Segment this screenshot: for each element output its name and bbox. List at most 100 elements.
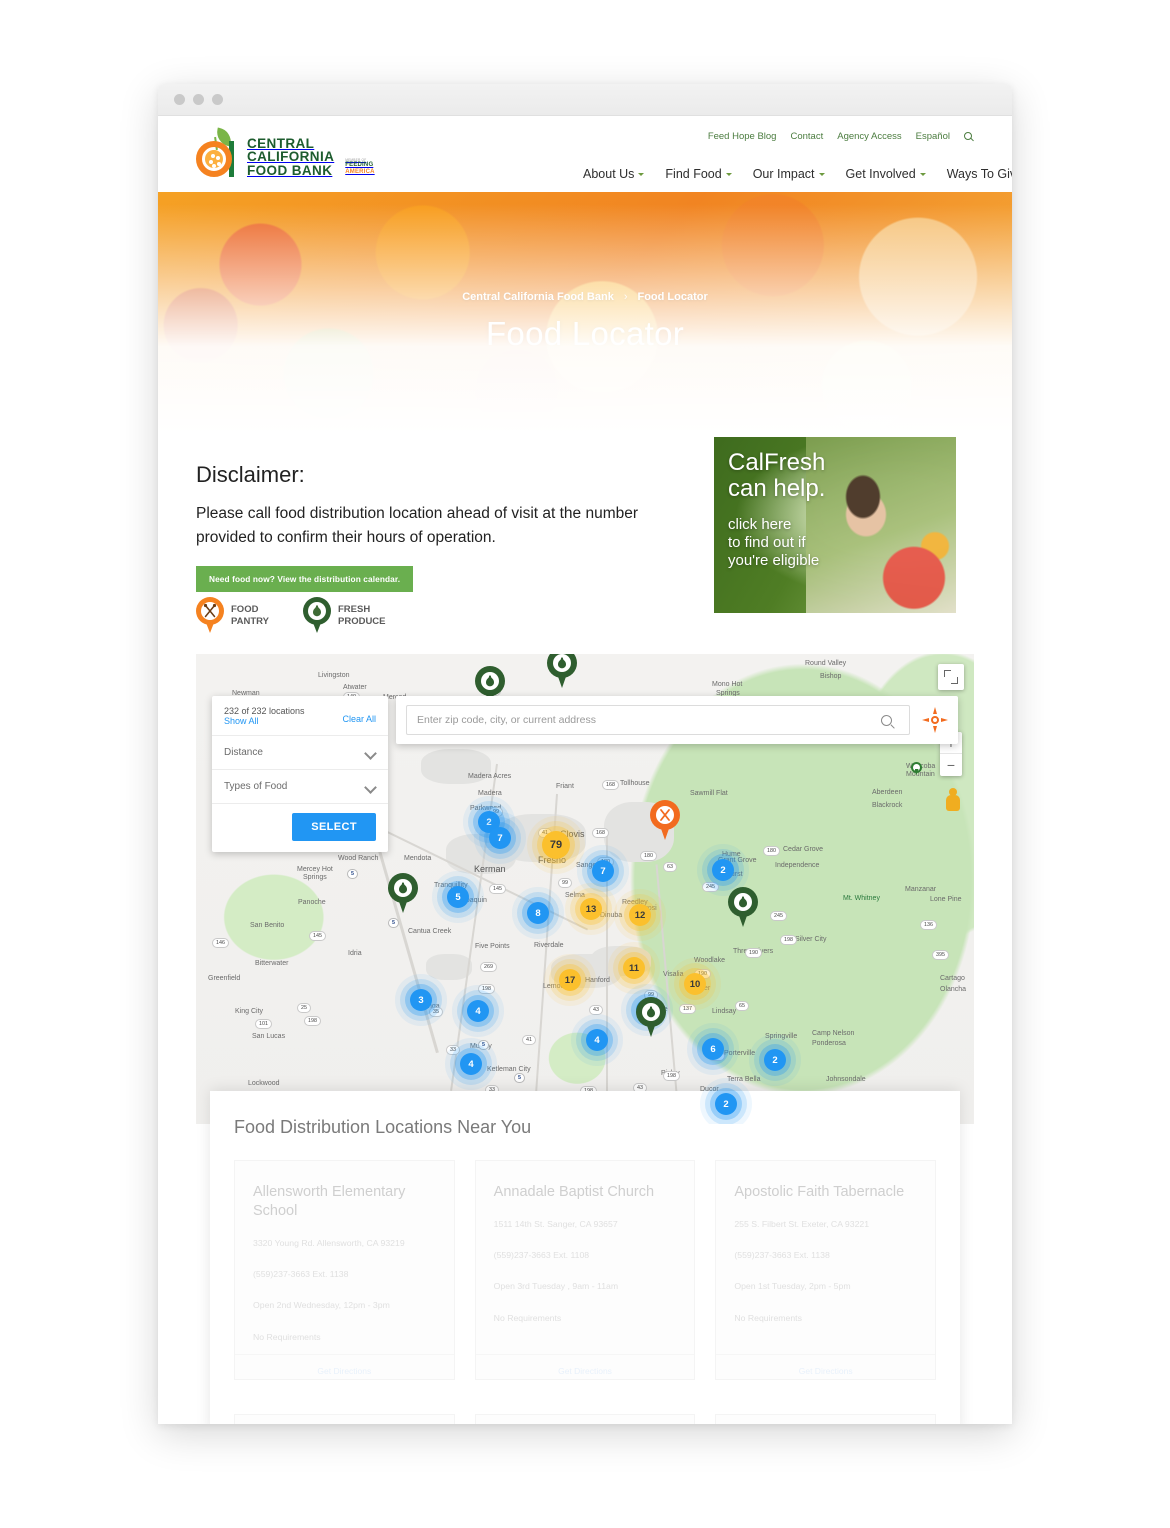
location-name: Allensworth Elementary School — [253, 1184, 406, 1219]
map-cluster-marker[interactable]: 7 — [592, 860, 614, 882]
map-route-shield: 5 — [478, 1040, 489, 1050]
food-pantry-pin-icon[interactable] — [650, 800, 680, 841]
map-cluster-marker[interactable]: 2 — [715, 1093, 737, 1115]
location-phone: (559)237-3663 Ext. 1108 — [493, 1250, 590, 1261]
map-cluster-marker[interactable]: 5 — [447, 886, 469, 908]
map-cluster-marker[interactable]: 4 — [460, 1053, 482, 1075]
site-header: CENTRAL CALIFORNIA FOOD BANK MEMBER OF F… — [158, 116, 1012, 192]
filter-types-of-food-dropdown[interactable]: Types of Food — [212, 770, 388, 804]
location-card[interactable]: Apostolic Faith Tabernacle 255 S. Filber… — [715, 1160, 937, 1380]
chevron-down-icon — [638, 172, 645, 176]
locate-me-icon[interactable] — [922, 707, 948, 733]
map-cluster-marker[interactable]: 11 — [623, 957, 645, 979]
map-place-label: Mono Hot — [712, 681, 743, 688]
location-card[interactable]: Bethlehem Center — [715, 1414, 937, 1424]
map-place-label: Mercey Hot — [297, 866, 333, 873]
nav-find-food[interactable]: Find Food — [665, 167, 732, 181]
map-route-shield: 180 — [763, 846, 780, 856]
util-nav-feed-hope-blog[interactable]: Feed Hope Blog — [708, 131, 777, 142]
map-place-label: Terra Bella — [727, 1076, 761, 1083]
site-logo[interactable]: CENTRAL CALIFORNIA FOOD BANK MEMBER OF F… — [196, 127, 381, 178]
calfresh-photo — [806, 437, 956, 613]
map-route-shield: 63 — [663, 862, 677, 872]
nav-about-us[interactable]: About Us — [583, 167, 645, 181]
location-hours: Open 3rd Tuesday , 9am - 11am — [493, 1281, 619, 1292]
disclaimer-body: Please call food distribution location a… — [196, 505, 639, 547]
util-nav-contact[interactable]: Contact — [790, 131, 823, 142]
map-cluster-marker[interactable]: 2 — [764, 1049, 786, 1071]
chevron-down-icon — [365, 749, 376, 756]
map-place-label: Bishop — [820, 673, 842, 680]
map-cluster-marker[interactable]: 13 — [580, 898, 602, 920]
legend-fresh-produce: FRESH PRODUCE — [303, 597, 386, 635]
map-route-shield: 245 — [770, 911, 787, 921]
map-place-label: Ponderosa — [812, 1040, 846, 1047]
fresh-produce-pin-icon[interactable] — [636, 997, 666, 1038]
map-container[interactable]: Livingston Atwater Newman Merced Mono Hot Spr… — [196, 654, 974, 1124]
map-cluster-marker[interactable]: 8 — [527, 902, 549, 924]
map-cluster-marker[interactable]: 79 — [542, 831, 570, 859]
map-cluster-marker[interactable]: 3 — [410, 989, 432, 1011]
fresh-produce-pin-icon[interactable] — [547, 654, 577, 689]
map-place-label: Independence — [775, 862, 820, 869]
search-icon[interactable] — [964, 131, 974, 142]
window-maximize-dot[interactable] — [212, 94, 223, 105]
map-place-label: Bitterwater — [255, 960, 289, 967]
map-place-label: Ketleman City — [487, 1066, 531, 1073]
address-search-input[interactable] — [406, 705, 910, 735]
breadcrumb-current: Food Locator — [637, 291, 708, 303]
zoom-out-button[interactable]: − — [940, 754, 962, 776]
map-place-label: Hanford — [585, 977, 610, 984]
map-cluster-marker[interactable]: 17 — [559, 969, 581, 991]
map-cluster-marker[interactable]: 4 — [586, 1029, 608, 1051]
window-minimize-dot[interactable] — [193, 94, 204, 105]
map-place-label: Selma — [565, 892, 585, 899]
map-place-label: Madera Acres — [468, 773, 512, 780]
window-close-dot[interactable] — [174, 94, 185, 105]
map-cluster-marker[interactable]: 7 — [489, 827, 511, 849]
mt-whitney-marker-icon[interactable] — [911, 762, 922, 776]
map-route-shield: 395 — [932, 950, 949, 960]
fresh-produce-pin-icon[interactable] — [388, 873, 418, 914]
map-cluster-marker[interactable]: 12 — [629, 904, 651, 926]
filter-distance-dropdown[interactable]: Distance — [212, 736, 388, 770]
map-filter-panel: 232 of 232 locations Show All Clear All … — [212, 696, 388, 852]
get-directions-link[interactable]: Get Directions — [475, 1354, 695, 1387]
street-view-pegman-icon[interactable] — [940, 786, 966, 816]
map-place-label: Silver City — [795, 936, 827, 943]
fresh-produce-pin-icon — [303, 597, 331, 635]
utility-navigation: Feed Hope Blog Contact Agency Access Esp… — [708, 131, 974, 142]
location-card[interactable]: Annadale Baptist Church 1511 14th St. Sa… — [474, 1160, 696, 1380]
select-button[interactable]: SELECT — [292, 813, 376, 841]
location-card[interactable]: Arroyo Mobile Pantry — [234, 1414, 455, 1424]
chevron-down-icon — [365, 783, 376, 790]
nav-get-involved[interactable]: Get Involved — [846, 167, 926, 181]
fullscreen-icon[interactable] — [938, 664, 964, 690]
map-cluster-marker[interactable]: 4 — [467, 1000, 489, 1022]
logo-line-3: FOOD BANK — [247, 162, 333, 178]
nav-ways-to-give[interactable]: Ways To Give — [947, 167, 1012, 181]
calfresh-ad-banner[interactable]: CalFresh can help. click here to find ou… — [714, 437, 956, 613]
nav-our-impact[interactable]: Our Impact — [753, 167, 825, 181]
map-cluster-marker[interactable]: 10 — [684, 973, 706, 995]
page-title: Food Locator — [485, 315, 685, 352]
map-cluster-marker[interactable]: 6 — [702, 1038, 724, 1060]
location-phone: (559)237-3663 Ext. 1138 — [253, 1269, 349, 1279]
util-nav-espanol[interactable]: Español — [916, 131, 950, 142]
util-nav-agency-access[interactable]: Agency Access — [837, 131, 901, 142]
map-cluster-marker[interactable]: 2 — [712, 859, 734, 881]
fresh-produce-pin-icon[interactable] — [728, 887, 758, 928]
distribution-calendar-button[interactable]: Need food now? View the distribution cal… — [196, 566, 414, 593]
map-place-label: Tollhouse — [620, 780, 650, 787]
map-place-label: Mt. Whitney — [843, 895, 880, 902]
location-card[interactable]: Allensworth Elementary School 3320 Young… — [234, 1160, 455, 1380]
map-route-shield: 245 — [702, 882, 719, 892]
get-directions-link[interactable]: Get Directions — [235, 1354, 454, 1387]
map-place-label: Five Points — [475, 943, 510, 950]
search-icon[interactable] — [881, 714, 892, 726]
breadcrumb-home[interactable]: Central California Food Bank — [462, 291, 614, 303]
map-route-shield: 146 — [212, 938, 229, 948]
get-directions-link[interactable]: Get Directions — [716, 1354, 936, 1387]
location-card[interactable]: Avenal Adult School — [474, 1414, 696, 1424]
clear-all-link[interactable]: Clear All — [342, 714, 376, 724]
